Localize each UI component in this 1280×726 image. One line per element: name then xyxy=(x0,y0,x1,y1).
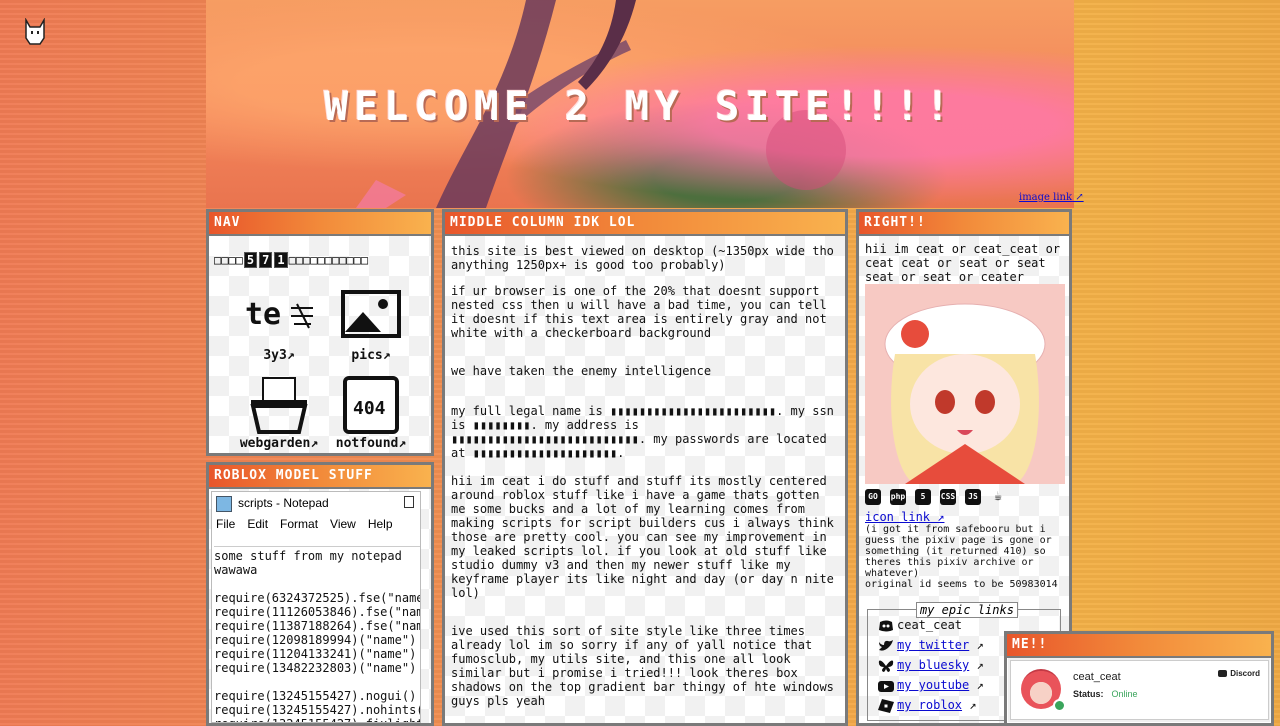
me-panel-title: ME!! xyxy=(1007,634,1271,658)
bluesky-link-text[interactable]: my bluesky xyxy=(897,658,969,672)
notepad-icon xyxy=(216,495,232,512)
discord-name: ceat_ceat xyxy=(1073,671,1121,683)
menu-view[interactable]: View xyxy=(330,517,356,531)
counter-digit: 5 xyxy=(243,252,258,268)
discord-icon xyxy=(1218,670,1228,678)
discord-username: ceat_ceat xyxy=(878,618,962,633)
page-title: WELCOME 2 MY SITE!!!! xyxy=(324,84,956,130)
roblox-icon xyxy=(878,698,894,713)
links-legend: my epic links xyxy=(916,602,1018,618)
icon-link[interactable]: icon link ↗ xyxy=(865,510,944,524)
roblox-link[interactable]: my roblox ↗ xyxy=(878,698,976,713)
nav-tile-label: 3y3 xyxy=(263,348,287,363)
planter-icon xyxy=(250,377,308,434)
nav-panel-body: □□□□ 5 7 1 □□□□□□□□□□□ te 3y3↗ pics↗ web… xyxy=(209,236,431,453)
counter-digit: 1 xyxy=(274,252,288,268)
middle-panel: MIDDLE COLUMN IDK LOL this site is best … xyxy=(442,209,848,726)
discord-icon xyxy=(878,619,894,633)
menu-file[interactable]: File xyxy=(216,517,235,531)
404-icon: 404 xyxy=(343,376,399,434)
icon-source-note: (i got it from safebooru but i guess the… xyxy=(865,524,1058,590)
nav-tile-label: webgarden xyxy=(239,436,311,451)
nav-tile-webgarden[interactable]: webgarden↗ xyxy=(239,374,319,451)
roblox-link-text[interactable]: my roblox xyxy=(897,698,962,712)
maximize-icon[interactable] xyxy=(404,496,414,508)
paragraph: we have taken the enemy intelligence xyxy=(451,364,712,378)
paragraph: this site is best viewed on desktop (~13… xyxy=(451,244,834,272)
youtube-link-text[interactable]: my youtube xyxy=(897,678,969,692)
roblox-panel: ROBLOX MODEL STUFF scripts - Notepad Fil… xyxy=(206,462,434,726)
youtube-icon xyxy=(878,679,894,693)
cat-icon xyxy=(22,17,48,46)
nav-tile-pics[interactable]: pics↗ xyxy=(331,286,411,363)
middle-panel-body: this site is best viewed on desktop (~13… xyxy=(445,236,845,723)
status-value: Online xyxy=(1111,689,1138,699)
paragraph: hii im ceat i do stuff and stuff its mos… xyxy=(451,474,834,600)
go-icon: GO xyxy=(865,489,881,505)
discord-brand: Discord xyxy=(1218,669,1260,678)
twitter-icon xyxy=(878,639,894,653)
css-icon: CSS xyxy=(940,489,956,505)
bluesky-link[interactable]: my bluesky ↗ xyxy=(878,658,984,673)
nav-panel-title: NAV xyxy=(209,212,431,236)
paragraph: ive used this sort of site style like th… xyxy=(451,624,834,708)
menu-help[interactable]: Help xyxy=(368,517,393,531)
discord-status: Status: Online xyxy=(1073,689,1138,699)
menu-edit[interactable]: Edit xyxy=(247,517,268,531)
discord-username-text: ceat_ceat xyxy=(897,618,963,632)
counter-prefix: □□□□ xyxy=(214,253,243,267)
notepad-titlebar: scripts - Notepad xyxy=(212,492,420,514)
tech-icons-row: GO php 5 CSS JS ☕ xyxy=(865,489,1006,505)
twitter-link[interactable]: my twitter ↗ xyxy=(878,638,984,653)
picture-icon xyxy=(341,290,401,338)
notepad-text-area[interactable]: some stuff from my notepad wawawa requir… xyxy=(214,546,420,722)
visitor-counter: □□□□ 5 7 1 □□□□□□□□□□□ xyxy=(214,252,368,268)
header-banner: WELCOME 2 MY SITE!!!! xyxy=(206,0,1074,208)
nav-tile-label: notfound xyxy=(335,436,399,451)
right-panel-title: RIGHT!! xyxy=(859,212,1069,236)
counter-digit: 7 xyxy=(259,252,273,268)
nav-tile-3y3[interactable]: te 3y3↗ xyxy=(239,286,319,363)
text-icon: te xyxy=(245,297,313,332)
roblox-panel-title: ROBLOX MODEL STUFF xyxy=(209,465,431,489)
notepad-window: scripts - Notepad File Edit Format View Help… xyxy=(211,491,421,723)
counter-suffix: □□□□□□□□□□□ xyxy=(288,253,369,267)
discord-status-card[interactable]: ceat_ceat Status: Online Discord xyxy=(1010,660,1269,720)
menu-format[interactable]: Format xyxy=(280,517,318,531)
svg-text:404: 404 xyxy=(353,398,386,419)
status-label: Status: xyxy=(1073,689,1104,699)
java-icon: ☕ xyxy=(994,489,1002,504)
paragraph: my full legal name is ▮▮▮▮▮▮▮▮▮▮▮▮▮▮▮▮▮▮… xyxy=(451,404,834,460)
nav-panel: NAV □□□□571□□□□□□□□□□□ te 3y3↗ pics↗ xyxy=(206,209,434,456)
nav-tile-label: pics xyxy=(351,348,383,363)
me-panel: ME!! ceat_ceat Status: Online Discord xyxy=(1004,631,1274,726)
html5-icon: 5 xyxy=(915,489,931,505)
online-status-dot xyxy=(1053,699,1066,712)
notepad-menu: File Edit Format View Help xyxy=(212,514,420,534)
twitter-link-text[interactable]: my twitter xyxy=(897,638,969,652)
js-icon: JS xyxy=(965,489,981,505)
svg-text:te: te xyxy=(245,297,281,332)
discord-brand-text: Discord xyxy=(1230,669,1260,678)
youtube-link[interactable]: my youtube ↗ xyxy=(878,678,984,693)
paragraph: if ur browser is one of the 20% that doe… xyxy=(451,284,827,340)
php-icon: php xyxy=(890,489,906,505)
nav-tile-notfound[interactable]: 404 notfound↗ xyxy=(331,374,411,451)
image-link[interactable]: image link ↗ xyxy=(1019,192,1084,203)
intro-text: hii im ceat or ceat_ceat or ceat ceat or… xyxy=(865,242,1061,284)
avatar-artwork xyxy=(865,284,1065,484)
butterfly-icon xyxy=(878,659,894,673)
roblox-panel-body: scripts - Notepad File Edit Format View Help… xyxy=(209,489,431,723)
middle-panel-title: MIDDLE COLUMN IDK LOL xyxy=(445,212,845,236)
notepad-title: scripts - Notepad xyxy=(238,496,329,510)
